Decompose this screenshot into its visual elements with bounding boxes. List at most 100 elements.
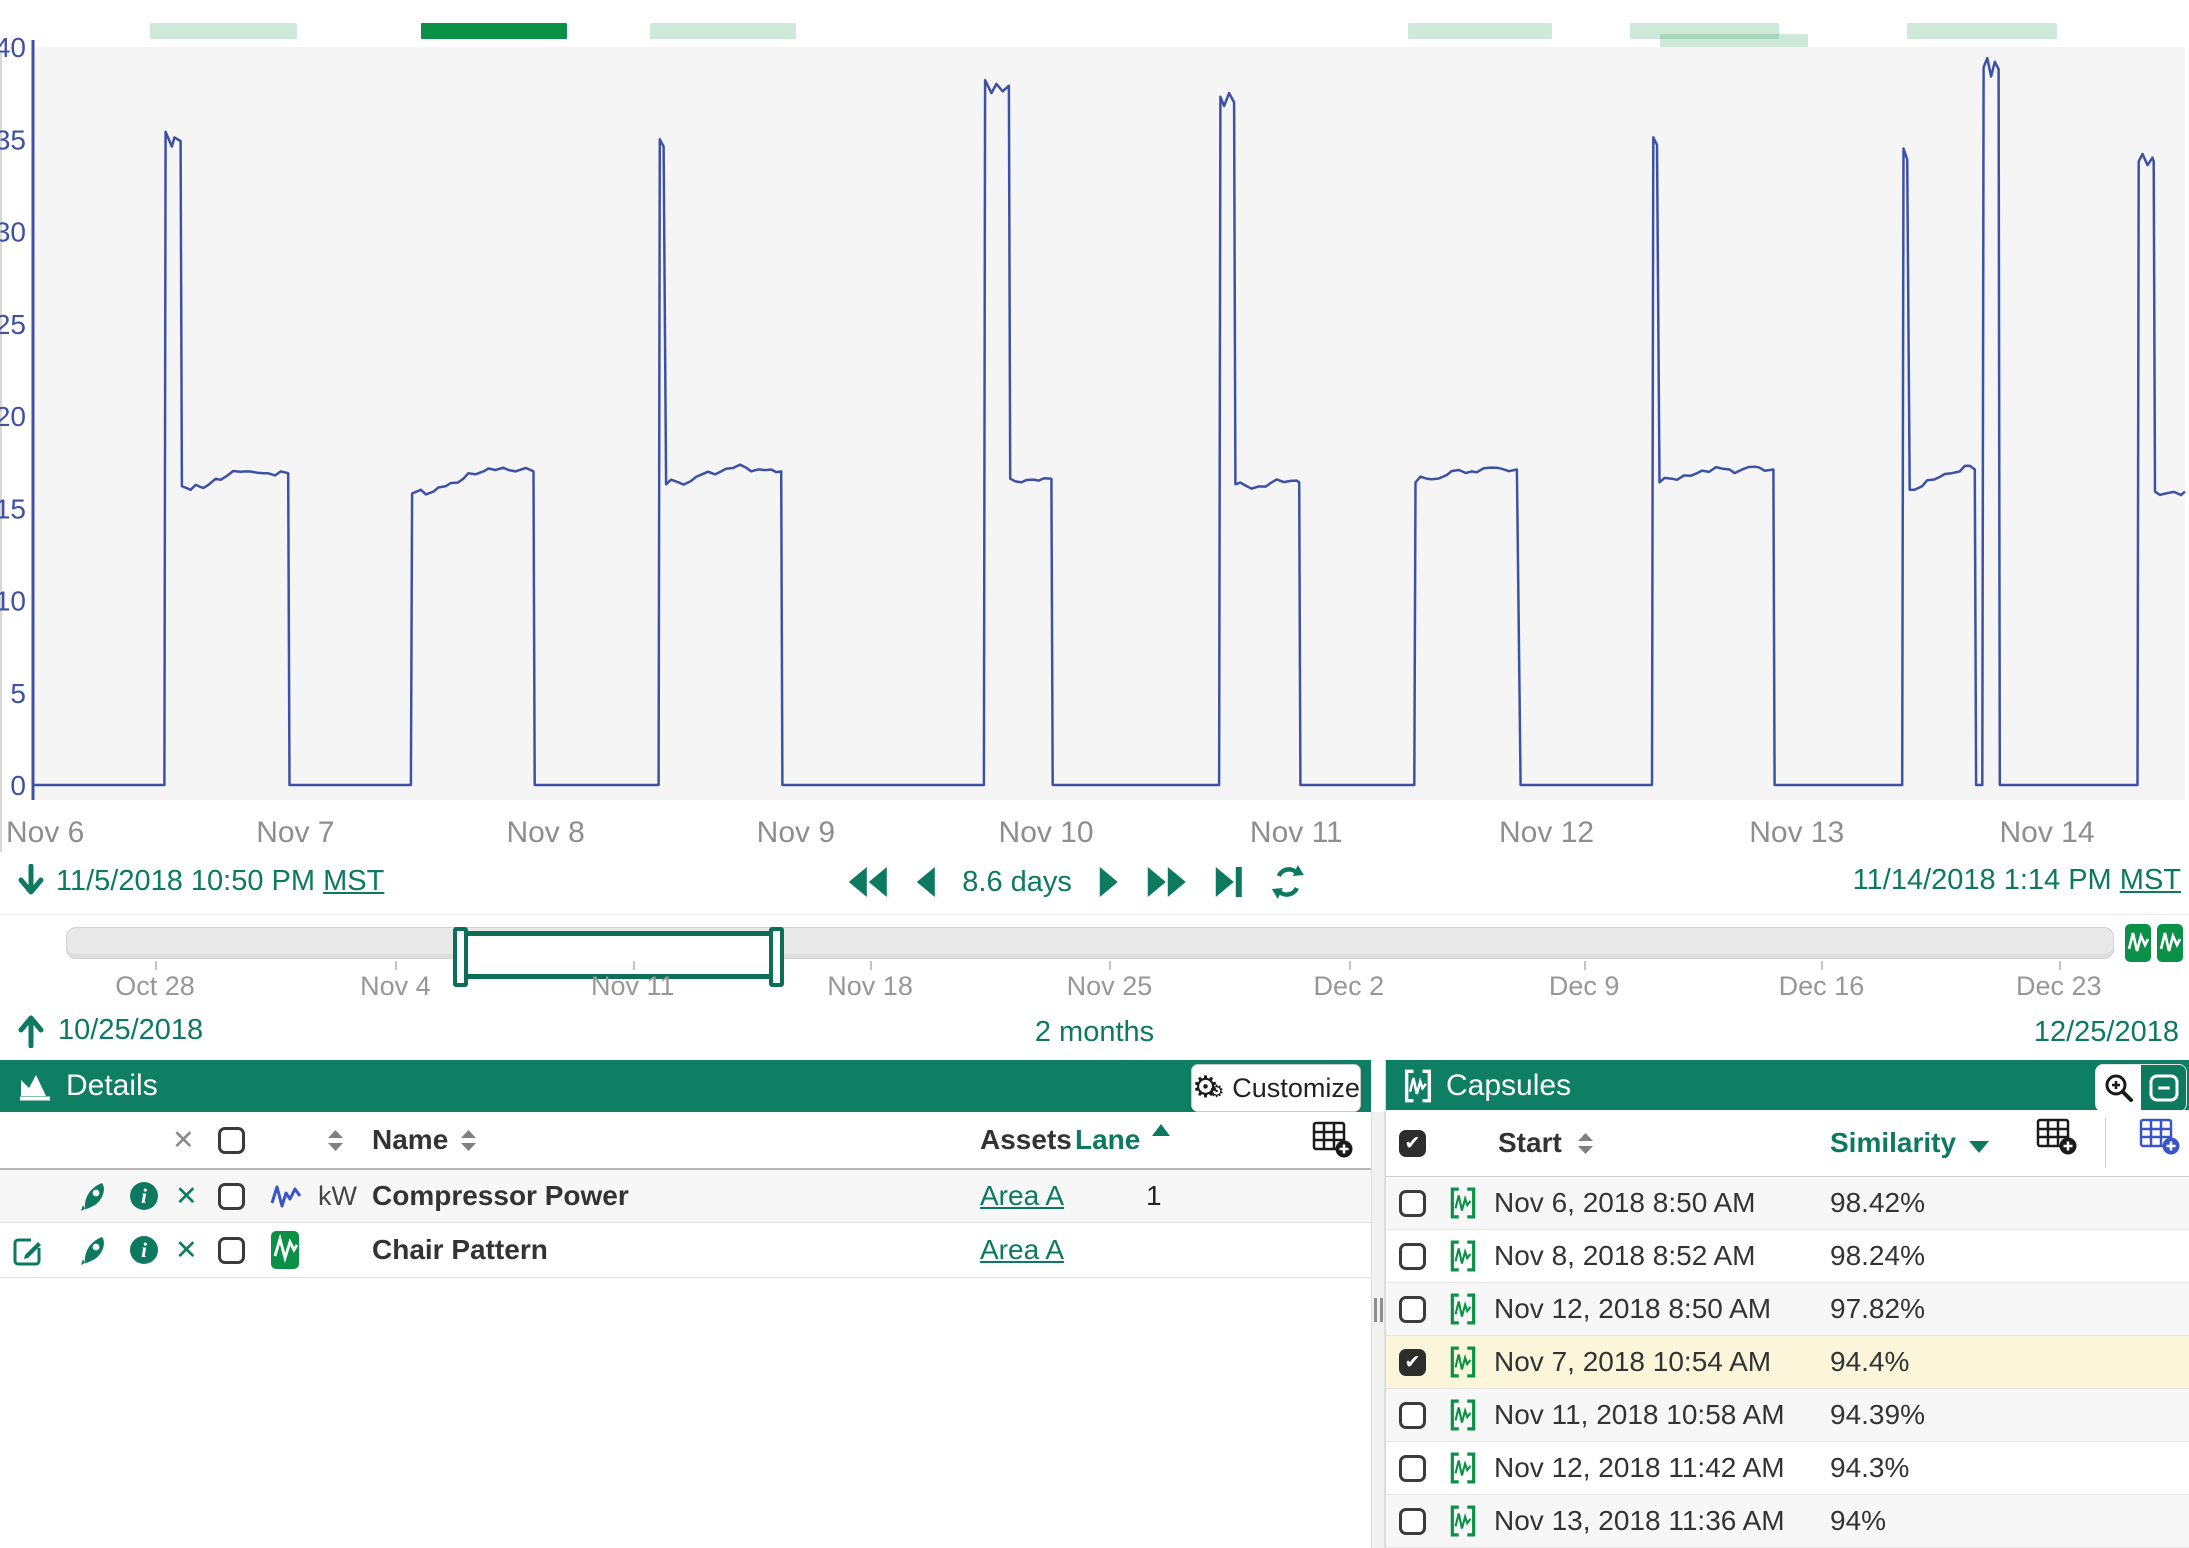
remove-column-icon[interactable]: ✕ [172,1112,195,1168]
zoom-in-icon[interactable] [2096,1065,2141,1111]
capsule-similarity: 94.4% [1830,1336,1909,1388]
capsule-start: Nov 8, 2018 8:52 AM [1494,1230,1756,1282]
capsule-row[interactable]: Nov 11, 2018 10:58 AM94.39% [1386,1389,2189,1442]
brush-handle-right[interactable] [769,927,784,987]
step-backward-button[interactable] [914,865,936,899]
timeline-tick-label: Dec 23 [2016,971,2102,1002]
capsule-start: Nov 13, 2018 11:36 AM [1494,1495,1785,1547]
row-checkbox[interactable] [1399,1177,1426,1229]
info-icon[interactable]: i [130,1170,158,1222]
panel-resize-handle[interactable] [1371,1112,1385,1548]
svg-text:10: 10 [0,586,26,617]
timeline-tick [2059,961,2061,970]
rocket-icon[interactable] [78,1223,110,1277]
item-name[interactable]: Compressor Power [372,1170,629,1222]
add-column-icon[interactable] [1312,1112,1354,1168]
details-panel: Details ⚙⚙ Customize ✕ Name Assets Lane [0,1060,1371,1548]
sort-icon[interactable] [328,1112,343,1168]
capsule-bracket-icon [1450,1495,1476,1547]
overview-timeline: Oct 28Nov 4Nov 11Nov 18Nov 25Dec 2Dec 9D… [0,914,2189,1007]
details-row-chair-pattern[interactable]: i ✕ Chair Pattern Area A [0,1223,1371,1278]
capsule-row[interactable]: Nov 12, 2018 8:50 AM97.82% [1386,1283,2189,1336]
svg-text:5: 5 [10,678,26,709]
sort-asc-icon [1152,1102,1170,1158]
add-column-icon[interactable] [2036,1104,2078,1170]
capsule-row[interactable]: Nov 6, 2018 8:50 AM98.42% [1386,1177,2189,1230]
lane-value: 1 [1146,1170,1162,1222]
timeline-track[interactable] [66,927,2114,959]
timeline-tick [1584,961,1586,970]
svg-text:20: 20 [0,401,26,432]
timeline-tick-label: Nov 18 [827,971,913,1002]
capsule-bracket-icon [1450,1230,1476,1282]
timeline-tick [1821,961,1823,970]
capsule-similarity: 98.24% [1830,1230,1925,1282]
column-header-similarity[interactable]: Similarity [1830,1110,1956,1176]
column-header-lane[interactable]: Lane [1075,1112,1140,1168]
capsule-row[interactable]: Nov 13, 2018 11:36 AM94% [1386,1495,2189,1548]
svg-text:Nov 11: Nov 11 [1250,816,1343,849]
signal-icon [270,1170,304,1222]
asset-link[interactable]: Area A [980,1170,1064,1222]
svg-text:Nov 12: Nov 12 [1499,816,1594,849]
display-range-end-link[interactable]: 11/14/2018 1:14 PM MST [1853,864,2181,897]
brush-handle-left[interactable] [453,927,468,987]
sort-desc-icon [1969,1114,1989,1180]
investigate-range-start-link[interactable]: 10/25/2018 [58,1014,203,1047]
edit-icon[interactable] [12,1223,44,1277]
details-row-compressor-power[interactable]: i ✕ kW Compressor Power Area A 1 [0,1170,1371,1223]
row-checkbox[interactable] [1399,1495,1426,1547]
trend-chart[interactable]: 0510152025303540Nov 6Nov 7Nov 8Nov 9Nov … [0,0,2189,852]
sort-icon[interactable] [461,1112,476,1168]
column-header-assets[interactable]: Assets [980,1112,1072,1168]
capsule-icon [270,1223,300,1277]
remove-icon[interactable]: ✕ [175,1223,198,1277]
row-checkbox[interactable] [218,1170,245,1222]
fast-backward-button[interactable] [846,865,888,899]
duration-label[interactable]: 8.6 days [962,866,1072,899]
info-icon[interactable]: i [130,1223,158,1277]
capsule-row[interactable]: ✔Nov 7, 2018 10:54 AM94.4% [1386,1336,2189,1389]
capsule-row[interactable]: Nov 12, 2018 11:42 AM94.3% [1386,1442,2189,1495]
fast-forward-button[interactable] [1146,865,1188,899]
refresh-icon[interactable] [1270,864,1306,900]
step-forward-button[interactable] [1098,865,1120,899]
capsules-panel: Capsules ✔ Start Similarity [1385,1060,2189,1548]
capsules-select-all-checkbox[interactable]: ✔ [1399,1110,1426,1176]
column-header-name[interactable]: Name [372,1112,448,1168]
timeline-tick-label: Dec 2 [1314,971,1385,1002]
details-select-all-checkbox[interactable] [218,1112,245,1168]
column-header-start[interactable]: Start [1498,1110,1562,1176]
svg-text:Nov 8: Nov 8 [506,816,584,849]
skip-to-end-button[interactable] [1214,865,1244,899]
signal-pair-icon[interactable] [2124,923,2186,963]
display-range-start-link[interactable]: 11/5/2018 10:50 PM MST [56,865,384,898]
svg-text:Nov 10: Nov 10 [999,816,1094,849]
capsules-panel-title: Capsules [1446,1069,1571,1103]
row-checkbox[interactable] [1399,1230,1426,1282]
capsule-start: Nov 6, 2018 8:50 AM [1494,1177,1756,1229]
row-checkbox[interactable] [1399,1389,1426,1441]
sort-icon[interactable] [1578,1110,1593,1176]
row-checkbox[interactable]: ✔ [1399,1336,1426,1388]
timeline-tick [395,961,397,970]
row-checkbox[interactable] [218,1223,245,1277]
row-checkbox[interactable] [1399,1442,1426,1494]
capsule-row[interactable]: Nov 8, 2018 8:52 AM 98.24% [1386,1230,2189,1283]
svg-text:35: 35 [0,124,26,155]
area-chart-icon [18,1071,52,1101]
customize-button[interactable]: ⚙⚙ Customize [1191,1064,1361,1112]
investigate-range-duration[interactable]: 2 months [1035,1016,1154,1048]
asset-link[interactable]: Area A [980,1223,1064,1277]
rocket-icon[interactable] [78,1170,110,1222]
capsule-bracket-icon [1450,1177,1476,1229]
row-checkbox[interactable] [1399,1283,1426,1335]
svg-text:Nov 13: Nov 13 [1749,816,1844,849]
investigate-range-end-link[interactable]: 12/25/2018 [2034,1016,2179,1048]
remove-icon[interactable]: ✕ [175,1170,198,1222]
add-column-icon-alt[interactable] [2139,1104,2181,1170]
capsule-bracket-icon [1404,1069,1432,1103]
timeline-tick [1109,961,1111,970]
item-name[interactable]: Chair Pattern [372,1223,548,1277]
capsule-bracket-icon [1450,1389,1476,1441]
